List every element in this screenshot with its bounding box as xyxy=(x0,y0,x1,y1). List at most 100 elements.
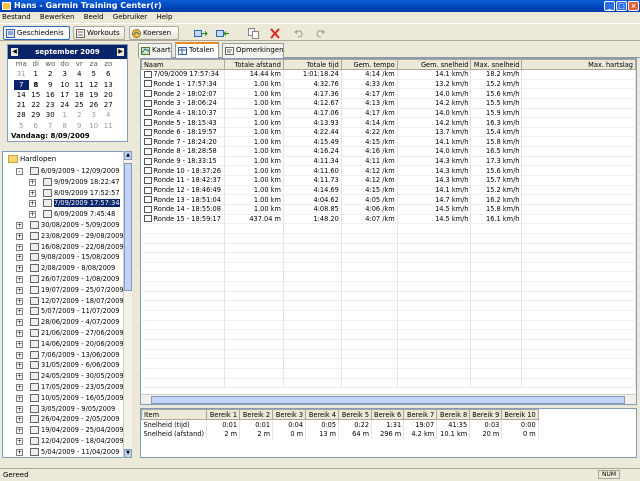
expand-icon[interactable]: + xyxy=(16,341,23,348)
expand-icon[interactable]: + xyxy=(16,449,23,456)
calendar-day[interactable]: 5 xyxy=(14,121,29,131)
expand-icon[interactable]: + xyxy=(16,244,23,251)
copy-icon[interactable] xyxy=(248,28,260,39)
scroll-down-button[interactable]: ▼ xyxy=(124,449,132,458)
table-row[interactable]: Ronde 3 - 18:06:241.00 km4:12.674:13 /km… xyxy=(142,98,636,108)
expand-icon[interactable]: + xyxy=(16,427,23,434)
tree-node[interactable]: +30/08/2009 - 5/09/2009 xyxy=(30,220,119,231)
calendar-day[interactable]: 19 xyxy=(87,90,102,100)
calendar-day[interactable]: 28 xyxy=(14,110,29,120)
calendar-day[interactable]: 1 xyxy=(29,69,44,79)
table-row[interactable]: Ronde 14 - 18:55:081.00 km4:08.854:06 /k… xyxy=(142,204,636,214)
expand-icon[interactable]: + xyxy=(16,276,23,283)
expand-icon[interactable]: + xyxy=(16,406,23,413)
laps-horizontal-scrollbar[interactable] xyxy=(141,394,636,404)
tree-node[interactable]: +6/09/2009 7:45:48 xyxy=(43,209,115,220)
delete-icon[interactable] xyxy=(269,28,281,39)
calendar-day[interactable]: 24 xyxy=(58,100,73,110)
history-button[interactable]: Geschiedenis xyxy=(3,26,70,40)
table-row[interactable]: Ronde 4 - 18:10:371.00 km4:17.064:17 /km… xyxy=(142,108,636,118)
minimize-button[interactable]: _ xyxy=(604,1,615,11)
table-row[interactable]: Ronde 15 - 18:59:17437.04 m1:48.204:07 /… xyxy=(142,214,636,224)
tree-root-running[interactable]: Hardlopen xyxy=(6,154,56,164)
calendar-day[interactable]: 7 xyxy=(43,121,58,131)
tree-node[interactable]: +3/05/2009 - 9/05/2009 xyxy=(30,404,115,415)
expand-icon[interactable]: + xyxy=(16,373,23,380)
menu-help[interactable]: Help xyxy=(156,13,172,21)
column-header[interactable]: Bereik 7 xyxy=(404,410,437,420)
column-header[interactable]: Bereik 2 xyxy=(240,410,273,420)
column-header[interactable]: Bereik 6 xyxy=(372,410,404,420)
tree-node[interactable]: -6/09/2009 - 12/09/2009 xyxy=(30,166,119,177)
calendar-day[interactable]: 10 xyxy=(87,121,102,131)
menu-beeld[interactable]: Beeld xyxy=(84,13,104,21)
scroll-up-button[interactable]: ▲ xyxy=(124,151,132,160)
column-header[interactable]: Bereik 3 xyxy=(273,410,306,420)
tree-node[interactable]: +5/04/2009 - 11/04/2009 xyxy=(30,447,119,458)
table-row[interactable]: Ronde 1 - 17:57:341.00 km4:32.764:33 /km… xyxy=(142,79,636,89)
calendar-day[interactable]: 9 xyxy=(43,80,58,90)
column-header[interactable]: Totale tijd xyxy=(283,60,341,70)
today-label[interactable]: Vandaag: 8/09/2009 xyxy=(8,131,127,141)
tree-node[interactable]: +17/05/2009 - 23/05/2009 xyxy=(30,382,124,393)
column-header[interactable]: Max. snelheid xyxy=(471,60,522,70)
table-row[interactable]: Ronde 7 - 18:24:201.00 km4:15.494:15 /km… xyxy=(142,137,636,147)
calendar-day[interactable]: 25 xyxy=(72,100,87,110)
calendar-day[interactable]: 31 xyxy=(14,69,29,79)
table-row[interactable]: Ronde 9 - 18:33:151.00 km4:11.344:11 /km… xyxy=(142,156,636,166)
expand-icon[interactable]: + xyxy=(29,200,36,207)
calendar-day[interactable]: 5 xyxy=(87,69,102,79)
expand-icon[interactable]: + xyxy=(29,211,36,218)
redo-icon[interactable] xyxy=(314,28,326,39)
column-header[interactable]: Bereik 9 xyxy=(470,410,502,420)
calendar-day[interactable]: 6 xyxy=(29,121,44,131)
calendar-day[interactable]: 4 xyxy=(101,110,116,120)
scroll-thumb[interactable] xyxy=(151,396,625,404)
column-header[interactable]: Bereik 1 xyxy=(207,410,240,420)
tree-node[interactable]: +26/04/2009 - 2/05/2009 xyxy=(30,414,119,425)
table-row[interactable]: Ronde 10 - 18:37:261.00 km4:11.604:12 /k… xyxy=(142,166,636,176)
table-row[interactable]: Ronde 8 - 18:28:581.00 km4:16.244:16 /km… xyxy=(142,147,636,157)
expand-icon[interactable]: + xyxy=(16,254,23,261)
calendar-day[interactable]: 14 xyxy=(14,90,29,100)
table-row[interactable]: Ronde 11 - 18:42:371.00 km4:11.734:12 /k… xyxy=(142,176,636,186)
expand-icon[interactable]: + xyxy=(16,287,23,294)
expand-icon[interactable]: + xyxy=(16,319,23,326)
calendar-day[interactable]: 2 xyxy=(43,69,58,79)
calendar-day[interactable]: 2 xyxy=(72,110,87,120)
next-month-button[interactable]: ▶ xyxy=(117,48,124,56)
tree-node[interactable]: +12/04/2009 - 18/04/2009 xyxy=(30,436,124,447)
column-header[interactable]: Totale afstand xyxy=(224,60,283,70)
calendar-day[interactable]: 13 xyxy=(101,80,116,90)
calendar-day[interactable]: 26 xyxy=(87,100,102,110)
tree-node[interactable]: +9/09/2009 18:22:47 xyxy=(43,177,120,188)
prev-month-button[interactable]: ◀ xyxy=(11,48,18,56)
calendar-day[interactable]: 10 xyxy=(58,80,73,90)
calendar-day[interactable]: 1 xyxy=(58,110,73,120)
table-row[interactable]: Ronde 2 - 18:02:071.00 km4:17.364:17 /km… xyxy=(142,89,636,99)
calendar-day[interactable]: 11 xyxy=(72,80,87,90)
tree-node[interactable]: +16/08/2009 - 22/08/2009 xyxy=(30,242,124,253)
calendar-day[interactable]: 27 xyxy=(101,100,116,110)
table-row[interactable]: Snelheid (tijd)0:010:010:040:050:221:311… xyxy=(142,420,539,430)
tree-node[interactable]: +31/05/2009 - 6/06/2009 xyxy=(30,360,119,371)
workouts-button[interactable]: Workouts xyxy=(73,26,125,40)
tree-node[interactable]: +5/07/2009 - 11/07/2009 xyxy=(30,306,119,317)
table-row[interactable]: Snelheid (afstand)2 m2 m0 m13 m64 m296 m… xyxy=(142,429,539,439)
calendar-day[interactable]: 4 xyxy=(72,69,87,79)
expand-icon[interactable]: + xyxy=(16,362,23,369)
tree-node[interactable]: +7/06/2009 - 13/06/2009 xyxy=(30,350,119,361)
tree-node[interactable]: +28/06/2009 - 4/07/2009 xyxy=(30,317,119,328)
tree-node[interactable]: +8/09/2009 17:52:57 xyxy=(43,188,120,199)
tree-scrollbar[interactable]: ▲ ▼ xyxy=(123,151,132,458)
column-header[interactable]: Max. hartslag xyxy=(522,60,636,70)
table-row[interactable]: Ronde 5 - 18:15:431.00 km4:13.934:14 /km… xyxy=(142,118,636,128)
calendar-day[interactable]: 30 xyxy=(43,110,58,120)
calendar-day[interactable]: 16 xyxy=(43,90,58,100)
table-row[interactable]: 7/09/2009 17:57:3414.44 km1:01:18.244:14… xyxy=(142,70,636,80)
column-header[interactable]: Gem. tempo xyxy=(341,60,397,70)
calendar-day[interactable]: 11 xyxy=(101,121,116,131)
calendar-day[interactable]: 17 xyxy=(58,90,73,100)
tree-node[interactable]: +24/05/2009 - 30/05/2009 xyxy=(30,371,124,382)
table-row[interactable]: Ronde 13 - 18:51:041.00 km4:04.624:05 /k… xyxy=(142,195,636,205)
